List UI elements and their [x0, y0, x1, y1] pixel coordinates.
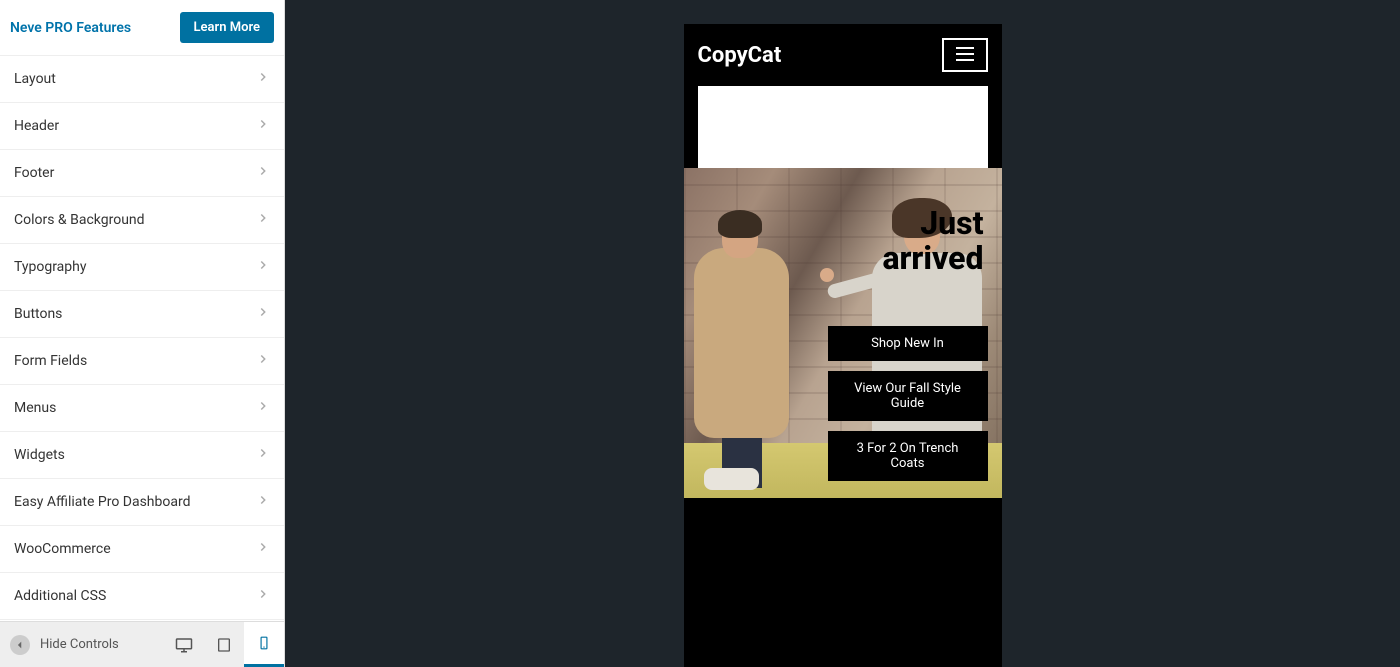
device-desktop-button[interactable]	[164, 622, 204, 667]
chevron-right-icon	[256, 446, 270, 464]
hero-section: Just arrived Shop New In View Our Fall S…	[684, 168, 1002, 498]
menu-item-typography[interactable]: Typography	[0, 244, 284, 291]
menu-label: Header	[14, 118, 59, 134]
hide-controls-button[interactable]: Hide Controls	[0, 635, 119, 655]
menu-label: Form Fields	[14, 353, 87, 369]
chevron-right-icon	[256, 117, 270, 135]
menu-item-colors[interactable]: Colors & Background	[0, 197, 284, 244]
chevron-right-icon	[256, 258, 270, 276]
person-illustration	[684, 198, 814, 488]
hamburger-icon	[956, 45, 974, 66]
menu-item-form-fields[interactable]: Form Fields	[0, 338, 284, 385]
chevron-right-icon	[256, 305, 270, 323]
hero-title-line: Just	[920, 204, 983, 242]
chevron-right-icon	[256, 352, 270, 370]
pro-features-link[interactable]: Neve PRO Features	[10, 20, 131, 36]
hero-button-guide[interactable]: View Our Fall Style Guide	[828, 371, 988, 421]
site-title[interactable]: CopyCat	[698, 43, 782, 68]
learn-more-button[interactable]: Learn More	[180, 12, 274, 43]
menu-label: Footer	[14, 165, 54, 181]
chevron-right-icon	[256, 399, 270, 417]
menu-item-affiliate[interactable]: Easy Affiliate Pro Dashboard	[0, 479, 284, 526]
preview-area: CopyCat Just arrived S	[285, 0, 1400, 667]
chevron-right-icon	[256, 211, 270, 229]
menu-item-additional-css[interactable]: Additional CSS	[0, 573, 284, 620]
sidebar-footer: Hide Controls	[0, 621, 284, 667]
menu-item-woocommerce[interactable]: WooCommerce	[0, 526, 284, 573]
hero-content: Just arrived Shop New In View Our Fall S…	[828, 206, 988, 491]
menu-item-footer[interactable]: Footer	[0, 150, 284, 197]
mobile-preview-frame: CopyCat Just arrived S	[684, 24, 1002, 667]
customizer-sidebar: Neve PRO Features Learn More Layout Head…	[0, 0, 285, 667]
chevron-right-icon	[256, 587, 270, 605]
menu-label: WooCommerce	[14, 541, 111, 557]
menu-item-widgets[interactable]: Widgets	[0, 432, 284, 479]
chevron-right-icon	[256, 493, 270, 511]
menu-label: Buttons	[14, 306, 62, 322]
menu-item-layout[interactable]: Layout	[0, 56, 284, 103]
hero-title: Just arrived	[828, 206, 988, 276]
hero-button-shop[interactable]: Shop New In	[828, 326, 988, 361]
menu-label: Typography	[14, 259, 86, 275]
hamburger-menu-button[interactable]	[942, 38, 988, 72]
device-tablet-button[interactable]	[204, 622, 244, 667]
menu-item-menus[interactable]: Menus	[0, 385, 284, 432]
collapse-icon	[10, 635, 30, 655]
menu-label: Layout	[14, 71, 56, 87]
hero-title-line: arrived	[882, 239, 983, 277]
mobile-header: CopyCat	[684, 24, 1002, 86]
device-mobile-button[interactable]	[244, 622, 284, 667]
chevron-right-icon	[256, 540, 270, 558]
menu-label: Additional CSS	[14, 588, 106, 604]
chevron-right-icon	[256, 164, 270, 182]
hero-button-offer[interactable]: 3 For 2 On Trench Coats	[828, 431, 988, 481]
device-toggles	[164, 622, 284, 667]
menu-item-header[interactable]: Header	[0, 103, 284, 150]
menu-label: Easy Affiliate Pro Dashboard	[14, 494, 190, 510]
menu-item-buttons[interactable]: Buttons	[0, 291, 284, 338]
menu-label: Widgets	[14, 447, 65, 463]
menu-label: Colors & Background	[14, 212, 145, 228]
customizer-menu: Layout Header Footer Colors & Background…	[0, 56, 284, 621]
chevron-right-icon	[256, 70, 270, 88]
sidebar-top: Neve PRO Features Learn More	[0, 0, 284, 56]
content-block	[698, 86, 988, 168]
menu-label: Menus	[14, 400, 56, 416]
hide-controls-label: Hide Controls	[40, 637, 119, 652]
